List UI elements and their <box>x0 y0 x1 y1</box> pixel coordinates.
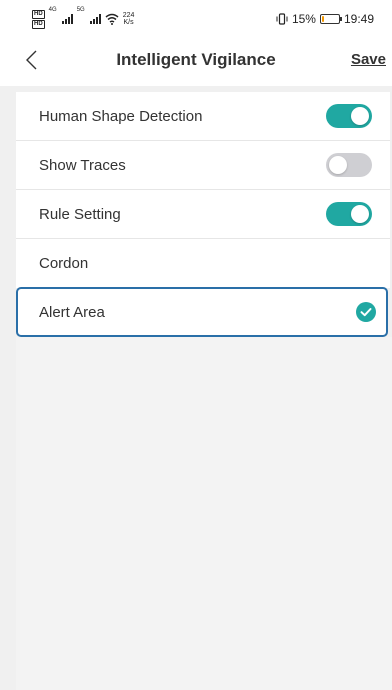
battery-percent: 15% <box>291 12 316 26</box>
hd-top-icon: HD <box>32 9 45 19</box>
speed-value: 224 <box>122 12 135 19</box>
status-left: HD HD 4G 5G 224 K/s <box>32 7 134 31</box>
page-title: Intelligent Vigilance <box>116 50 276 69</box>
setting-row-cordon[interactable]: Cordon <box>16 239 390 288</box>
human-shape-detection-toggle[interactable] <box>326 104 372 128</box>
battery-fill <box>321 16 325 22</box>
hd-bottom-icon: HD <box>32 19 45 29</box>
signal-1-icon <box>61 14 73 24</box>
vibrate-icon <box>276 13 288 25</box>
rule-setting-toggle[interactable] <box>326 202 372 226</box>
battery-icon <box>319 14 342 24</box>
clock: 19:49 <box>343 12 374 26</box>
toggle-knob <box>351 107 369 125</box>
alert-area-label: Alert Area <box>39 303 105 321</box>
show-traces-toggle[interactable] <box>326 153 372 177</box>
navbar: Intelligent Vigilance Save <box>0 40 392 86</box>
signal-2-icon <box>89 14 101 24</box>
setting-row-rule-setting: Rule Setting <box>16 190 390 239</box>
wifi-icon <box>105 13 119 25</box>
save-button[interactable]: Save <box>351 51 386 68</box>
toggle-knob <box>351 205 369 223</box>
setting-label: Show Traces <box>39 156 126 174</box>
setting-row-human-shape-detection: Human Shape Detection <box>16 92 390 141</box>
check-circle-icon <box>356 302 376 322</box>
sim1-label: 4G <box>48 7 57 13</box>
speed-unit: K/s <box>123 19 134 26</box>
empty-content-area <box>16 337 392 690</box>
setting-label: Human Shape Detection <box>39 107 203 125</box>
toggle-knob <box>329 156 347 174</box>
status-right: 15% 19:49 <box>276 11 374 27</box>
status-bar: HD HD 4G 5G 224 K/s 15% 19:49 <box>0 0 392 40</box>
sim2-label: 5G <box>76 7 85 13</box>
hd-indicators: HD HD <box>32 9 45 29</box>
settings-list: Human Shape Detection Show Traces Rule S… <box>16 92 390 288</box>
network-speed: 224 K/s <box>123 12 135 26</box>
setting-label: Rule Setting <box>39 205 121 223</box>
setting-row-show-traces: Show Traces <box>16 141 390 190</box>
alert-area-option[interactable]: Alert Area <box>16 287 388 337</box>
setting-label: Cordon <box>39 255 89 272</box>
